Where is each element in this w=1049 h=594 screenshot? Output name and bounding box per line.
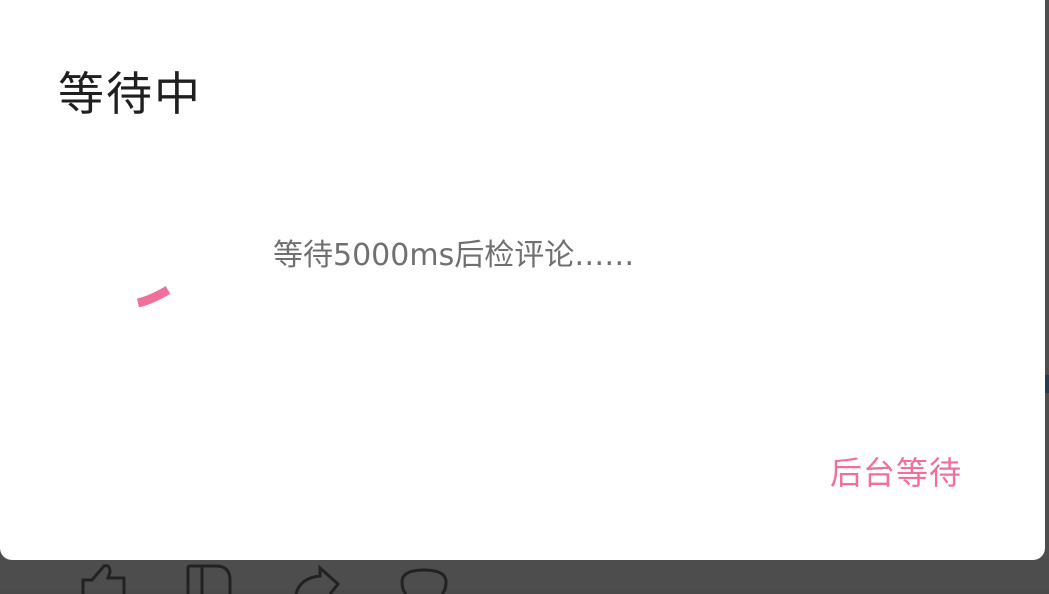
- loading-spinner-icon: [136, 286, 171, 308]
- dialog-message: 等待5000ms后检评论……: [273, 238, 635, 273]
- background-edge-element: [1045, 375, 1049, 393]
- dialog-title: 等待中: [58, 67, 202, 121]
- waiting-dialog: 等待中 等待5000ms后检评论…… 后台等待: [0, 0, 1045, 560]
- background-wait-button[interactable]: 后台等待: [820, 442, 972, 500]
- background-action-bar: [0, 560, 1049, 594]
